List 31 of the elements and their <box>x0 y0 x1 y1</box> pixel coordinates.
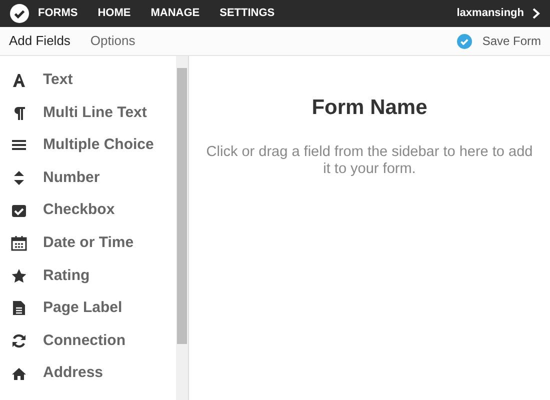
tab[interactable]: Options <box>90 31 136 51</box>
form-hint: Click or drag a field from the sidebar to here to add it to your form. <box>205 144 534 178</box>
field-type-item[interactable]: Text <box>0 64 176 97</box>
check-logo-icon[interactable] <box>10 4 29 23</box>
scrollbar[interactable] <box>176 56 189 400</box>
field-type-item[interactable]: Checkbox <box>0 194 176 227</box>
nav-link[interactable]: MANAGE <box>150 5 200 22</box>
nav-link[interactable]: FORMS <box>38 5 78 22</box>
house-icon <box>11 366 27 382</box>
star-icon <box>11 268 27 284</box>
field-type-item[interactable]: Connection <box>0 324 176 358</box>
form-title: Form Name <box>312 95 428 121</box>
user-name[interactable]: laxmansingh <box>456 5 524 22</box>
field-type-item[interactable]: Multi Line Text <box>0 96 176 130</box>
field-type-item[interactable]: Date or Time <box>0 226 176 260</box>
checkbox-icon <box>11 202 27 219</box>
save-form-button[interactable]: Save Form <box>457 32 541 50</box>
check-circle-icon <box>457 34 472 48</box>
refresh-icon <box>11 333 27 350</box>
document-icon <box>11 300 27 316</box>
letter-a-icon <box>11 72 27 88</box>
nav-link[interactable]: HOME <box>98 5 131 22</box>
chevron-right-icon[interactable] <box>532 8 540 19</box>
field-type-item[interactable]: Rating <box>0 260 176 292</box>
field-type-item[interactable]: Number <box>0 162 176 194</box>
tab[interactable]: Add Fields <box>9 31 70 51</box>
field-type-item[interactable]: Multiple Choice <box>0 129 176 162</box>
nav-link[interactable]: SETTINGS <box>220 5 275 22</box>
field-type-item[interactable]: Page Label <box>0 292 176 325</box>
calendar-icon <box>11 235 27 252</box>
field-type-item[interactable]: Address <box>0 357 176 390</box>
